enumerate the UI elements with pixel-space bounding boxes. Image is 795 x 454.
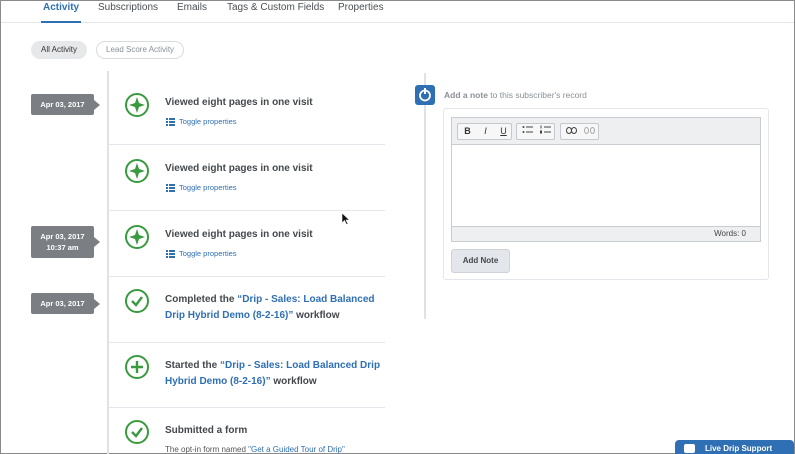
toggle-properties-link[interactable]: Toggle properties xyxy=(166,183,237,193)
bold-button[interactable]: B xyxy=(459,124,476,139)
compass-icon xyxy=(125,93,149,117)
event-title: Viewed eight pages in one visit xyxy=(165,97,313,108)
underline-button[interactable]: U xyxy=(495,124,512,139)
add-note-button[interactable]: Add Note xyxy=(451,249,510,273)
link-button-group xyxy=(560,123,599,140)
form-link[interactable]: "Get a Guided Tour of Drip" xyxy=(248,445,345,454)
list-item: Viewed eight pages in one visit Toggle p… xyxy=(109,77,385,145)
editor-toolbar: B I U xyxy=(452,118,760,145)
event-title-suffix: workflow xyxy=(270,376,317,387)
event-title: Submitted a form xyxy=(165,425,248,436)
numbered-list-button[interactable] xyxy=(537,124,554,139)
event-title-suffix: workflow xyxy=(293,310,340,321)
live-support-label: Live Drip Support xyxy=(705,444,773,453)
compass-icon xyxy=(125,159,149,183)
list-button-group xyxy=(516,123,555,140)
list-icon xyxy=(166,250,175,259)
event-title: Viewed eight pages in one visit xyxy=(165,229,313,240)
toggle-label: Toggle properties xyxy=(179,117,237,126)
date-text: Apr 03, 2017 xyxy=(40,232,85,241)
note-divider-line xyxy=(424,73,426,319)
list-icon xyxy=(166,184,175,193)
compass-icon xyxy=(125,225,149,249)
list-item: Viewed eight pages in one visit Toggle p… xyxy=(109,145,385,211)
event-description: The opt-in form named "Get a Guided Tour… xyxy=(165,445,345,454)
event-title-prefix: Started the xyxy=(165,360,221,371)
live-support-button[interactable]: Live Drip Support xyxy=(675,440,794,454)
plus-circle-icon xyxy=(125,355,149,379)
check-circle-icon xyxy=(125,289,149,313)
activity-tabs: Activity Subscriptions Emails Tags & Cus… xyxy=(1,1,794,23)
filter-all-activity[interactable]: All Activity xyxy=(31,41,88,59)
drip-logo-icon xyxy=(415,85,435,105)
description-prefix: The opt-in form named xyxy=(165,445,249,454)
word-count: Words: 0 xyxy=(452,226,760,241)
bullet-list-button[interactable] xyxy=(519,124,536,139)
mouse-cursor-icon xyxy=(342,213,350,225)
note-editor[interactable]: B I U Words: 0 xyxy=(451,117,761,242)
unlink-button[interactable] xyxy=(581,124,598,139)
tab-subscriptions[interactable]: Subscriptions xyxy=(96,1,160,23)
note-heading-bold: Add a note xyxy=(444,90,488,100)
chat-icon xyxy=(684,444,695,453)
list-item: Completed the “Drip - Sales: Load Balanc… xyxy=(109,277,385,343)
note-heading-rest: to this subscriber's record xyxy=(487,90,587,100)
check-circle-icon xyxy=(125,420,149,444)
link-icon xyxy=(566,127,577,134)
tab-properties[interactable]: Properties xyxy=(336,1,386,23)
event-title-prefix: Completed the xyxy=(165,294,238,305)
toggle-label: Toggle properties xyxy=(179,249,237,258)
note-heading: Add a note to this subscriber's record xyxy=(444,90,587,100)
list-icon xyxy=(166,118,175,127)
filter-lead-score-activity[interactable]: Lead Score Activity xyxy=(96,41,185,59)
toggle-properties-link[interactable]: Toggle properties xyxy=(166,249,237,259)
numbered-list-icon xyxy=(540,125,551,134)
date-text: Apr 03, 2017 xyxy=(40,299,85,308)
date-tag: Apr 03, 2017 10:37 am xyxy=(31,226,100,258)
toggle-label: Toggle properties xyxy=(179,183,237,192)
tab-activity[interactable]: Activity xyxy=(41,1,82,23)
event-title: Started the “Drip - Sales: Load Balanced… xyxy=(165,358,385,390)
link-button[interactable] xyxy=(563,124,580,139)
event-title: Viewed eight pages in one visit xyxy=(165,163,313,174)
date-tag: Apr 03, 2017 xyxy=(31,293,100,314)
list-item: Submitted a form The opt-in form named "… xyxy=(109,408,385,454)
format-button-group: B I U xyxy=(457,123,512,140)
list-item: Started the “Drip - Sales: Load Balanced… xyxy=(109,343,385,408)
tab-emails[interactable]: Emails xyxy=(175,1,209,23)
tab-tags-custom-fields[interactable]: Tags & Custom Fields xyxy=(225,1,326,23)
time-text: 10:37 am xyxy=(46,243,79,252)
date-text: Apr 03, 2017 xyxy=(40,100,85,109)
date-tag: Apr 03, 2017 xyxy=(31,94,100,115)
bullet-list-icon xyxy=(522,126,533,133)
toggle-properties-link[interactable]: Toggle properties xyxy=(166,117,237,127)
unlink-icon xyxy=(584,127,595,134)
event-title: Completed the “Drip - Sales: Load Balanc… xyxy=(165,292,385,324)
italic-button[interactable]: I xyxy=(477,124,494,139)
